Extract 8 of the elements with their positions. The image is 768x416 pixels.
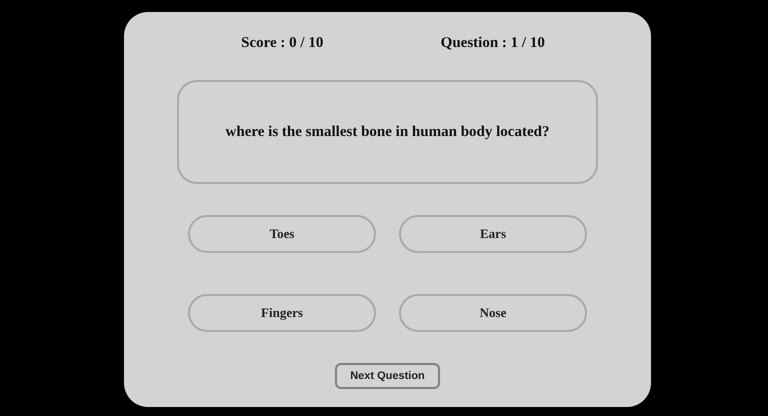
answer-button[interactable]: Ears — [399, 215, 587, 253]
question-text: where is the smallest bone in human body located? — [226, 124, 550, 140]
score-text: Score : 0 / 10 — [241, 34, 324, 52]
answer-button[interactable]: Fingers — [188, 294, 376, 332]
next-question-button[interactable]: Next Question — [335, 363, 440, 389]
answer-button[interactable]: Toes — [188, 215, 376, 253]
question-counter: Question : 1 / 10 — [440, 34, 545, 52]
answer-button[interactable]: Nose — [399, 294, 587, 332]
